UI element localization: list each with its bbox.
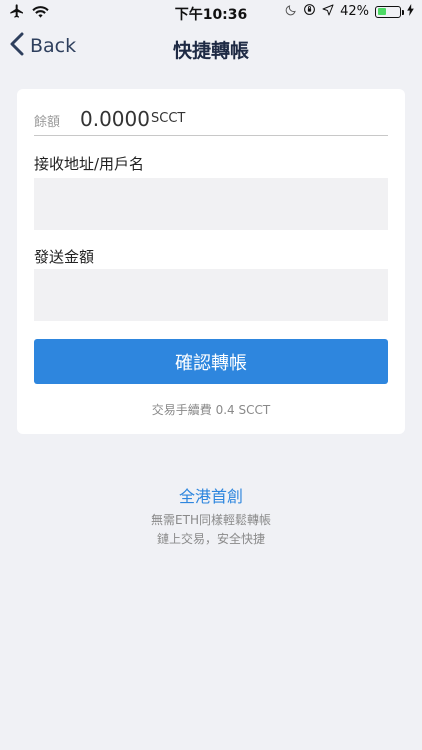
orientation-lock-icon xyxy=(303,3,316,20)
amount-label: 發送金額 xyxy=(34,248,95,266)
battery-percent: 42% xyxy=(340,4,369,19)
amount-input[interactable] xyxy=(34,269,388,321)
recipient-label: 接收地址/用戶名 xyxy=(34,155,145,173)
recipient-input[interactable] xyxy=(34,178,388,230)
battery-level xyxy=(377,8,386,15)
balance-value: 0.0000 xyxy=(80,107,150,131)
page-title: 快捷轉帳 xyxy=(172,40,249,62)
moon-icon xyxy=(285,4,297,20)
fee-text: 交易手續費 0.4 SCCT xyxy=(151,403,271,417)
balance-label: 餘額 xyxy=(34,115,61,130)
nav-bar: Back 快捷轉帳 xyxy=(0,24,422,70)
status-bar: 下午10:36 42% xyxy=(0,0,422,24)
location-icon xyxy=(322,4,334,20)
balance-unit: SCCT xyxy=(151,111,186,126)
promo-line-2: 鏈上交易，安全快捷 xyxy=(156,532,265,546)
transfer-card: 餘額 0.0000 SCCT 接收地址/用戶名 發送金額 確認轉帳 交易手續費 … xyxy=(17,89,405,434)
status-right: 42% xyxy=(285,3,414,20)
confirm-transfer-button[interactable]: 確認轉帳 xyxy=(34,339,388,384)
promo-title: 全港首創 xyxy=(178,487,243,506)
battery-icon xyxy=(375,5,404,18)
promo-line-1: 無需ETH同樣輕鬆轉帳 xyxy=(151,513,271,527)
balance-row: 餘額 0.0000 SCCT xyxy=(34,103,388,136)
charging-icon xyxy=(407,3,414,20)
